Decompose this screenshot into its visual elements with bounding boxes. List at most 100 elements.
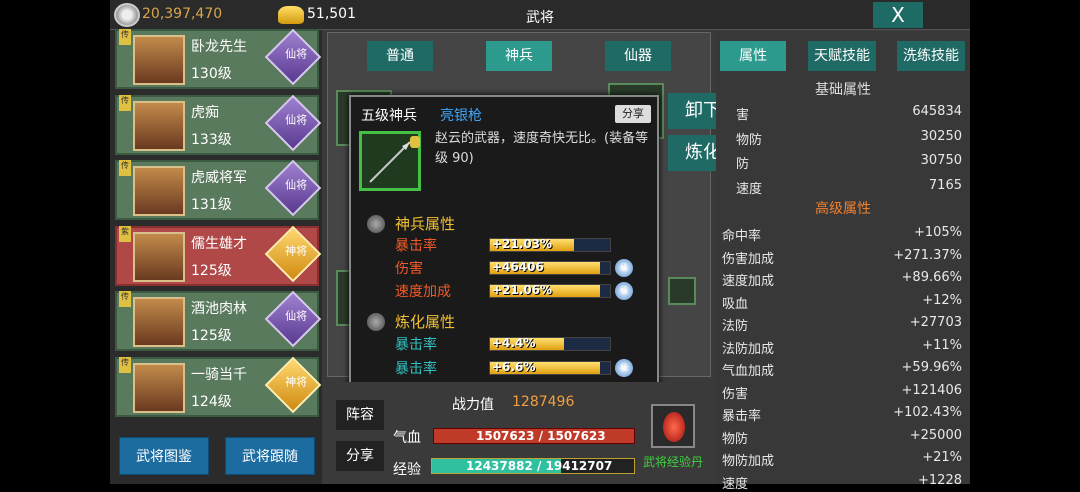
attribute-name: 法防加成 [722,341,775,357]
attribute-value: 7165 [928,177,962,193]
attribute-label: 暴击率 [395,337,437,353]
silver-coin-icon [114,3,140,27]
refine-attributes-title: 炼化属性 [395,313,456,331]
hero-level: 124级 [191,393,232,410]
tab-refine-skills[interactable]: 洗练技能 [897,41,965,71]
attribute-value: +105% [913,225,962,240]
power-label: 战力值 [452,397,494,413]
hero-name: 一骑当千 [191,366,247,383]
attribute-name: 吸血 [722,296,749,312]
attribute-value: +6.6% [492,360,536,374]
hp-value: 1507623 / 1507623 [476,429,606,443]
attribute-name: 伤害加成 [722,251,775,267]
tab-talent-skills[interactable]: 天赋技能 [808,41,876,71]
tab-attributes[interactable]: 属性 [720,41,786,71]
exp-pill-slot[interactable] [651,404,695,448]
hero-rank-label: 仙将 [285,178,308,192]
attribute-name: 命中率 [722,229,762,244]
advanced-attribute-row: 物防加成 +21% [722,450,962,469]
attribute-value: +46406 [492,260,544,274]
attribute-name: 速度加成 [722,274,775,289]
attribute-name: 物防 [736,132,763,148]
advanced-attribute-row: 伤害 +121406 [722,383,962,402]
close-button[interactable]: X [873,2,923,28]
share-button[interactable]: 分享 [336,441,384,471]
max-gem-icon: 极 [615,282,633,300]
hp-bar: 1507623 / 1507623 [433,428,635,444]
attribute-value: +25000 [909,427,962,443]
hero-level: 130级 [191,66,232,82]
formation-button[interactable]: 阵容 [336,400,384,430]
hero-list-item[interactable]: 传 一骑当千 124级 神将 [115,356,322,417]
attribute-name: 物防加成 [722,454,775,469]
attribute-name: 害 [736,108,750,123]
max-gem-icon: 极 [615,259,633,277]
hero-portrait [133,166,185,216]
tab-artifact[interactable]: 仙器 [605,41,671,71]
exp-pill-label: 武将经验丹 [643,455,704,469]
weapon-grade: 五级神兵 [361,108,417,124]
gold-amount: 51,501 [307,6,356,22]
hero-rank-label: 神将 [285,374,308,388]
attribute-value: 645834 [912,104,962,119]
advanced-attributes-title: 高级属性 [815,201,871,217]
attribute-label: 伤害 [395,261,423,277]
hero-rank-label: 仙将 [285,112,308,126]
hero-rank-label: 仙将 [285,47,308,61]
attribute-value: +21.03% [492,237,553,251]
hero-name: 卧龙先生 [191,39,247,55]
weapon-attributes-title: 神兵属性 [395,215,456,233]
section-bullet-icon [367,313,385,331]
weapon-tooltip: 五级神兵 亮银枪 分享 赵云的武器，速度奇快无比。(装备等级 90) 神兵属性 … [349,95,659,391]
exp-value: 12437882 / 19412707 [466,459,613,473]
hero-name: 酒池肉林 [191,301,247,317]
weapon-description: 赵云的武器，速度奇快无比。(装备等级 90) [435,131,649,166]
tab-normal[interactable]: 普通 [367,41,433,71]
hero-list-item[interactable]: 传 卧龙先生 130级 仙将 [115,28,322,89]
attribute-name: 暴击率 [722,409,762,424]
hero-follow-button[interactable]: 武将跟随 [225,437,315,475]
exp-pill-icon [663,412,685,442]
hero-portrait [133,35,185,85]
equipment-slot[interactable] [668,277,696,305]
advanced-attribute-row: 速度 +1228 [722,473,962,492]
tab-divine-weapon[interactable]: 神兵 [486,41,552,71]
max-gem-icon: 极 [615,359,633,377]
hero-rank-badge: 仙将 [264,94,322,151]
attribute-label: 暴击率 [395,361,437,377]
share-weapon-button[interactable]: 分享 [615,105,651,123]
attribute-value: +27703 [909,315,962,330]
attribute-label: 速度加成 [395,284,451,300]
weapon-name: 亮银枪 [440,108,482,124]
quality-tag: 传 [119,29,131,45]
attribute-bar: +21.06% [489,283,611,298]
attribute-label: 暴击率 [395,238,437,254]
attribute-value: +59.96% [901,360,962,375]
hero-rank-label: 仙将 [285,309,308,323]
exp-bar: 12437882 / 19412707 [431,458,635,474]
quality-tag: 传 [119,160,131,176]
hero-name: 儒生雄才 [191,235,247,252]
hero-collection-button[interactable]: 武将图鉴 [119,437,209,475]
hero-rank-badge: 神将 [264,225,322,282]
hero-name: 虎威将军 [191,170,247,186]
quality-tag: 紫 [119,225,131,242]
hero-portrait [133,362,185,413]
advanced-attribute-row: 伤害加成 +271.37% [722,248,962,267]
attribute-name: 速度 [722,476,749,492]
hero-portrait [133,297,185,347]
exp-label: 经验 [393,462,421,478]
attribute-value: +12% [922,292,962,308]
hero-list-item[interactable]: 传 酒池肉林 125级 仙将 [115,290,322,351]
attribute-name: 伤害 [722,386,749,402]
hero-list-item[interactable]: 紫 儒生雄才 125级 神将 [115,225,322,286]
attribute-value: +21.06% [492,283,553,297]
hero-portrait [133,231,185,282]
section-bullet-icon [367,215,385,233]
hero-rank-badge: 仙将 [264,28,322,86]
hp-label: 气血 [393,430,421,446]
power-value: 1287496 [512,394,575,410]
hero-list-item[interactable]: 传 虎威将军 131级 仙将 [115,159,322,220]
attribute-name: 物防 [722,431,749,447]
hero-list-item[interactable]: 传 虎痴 133级 仙将 [115,94,322,155]
